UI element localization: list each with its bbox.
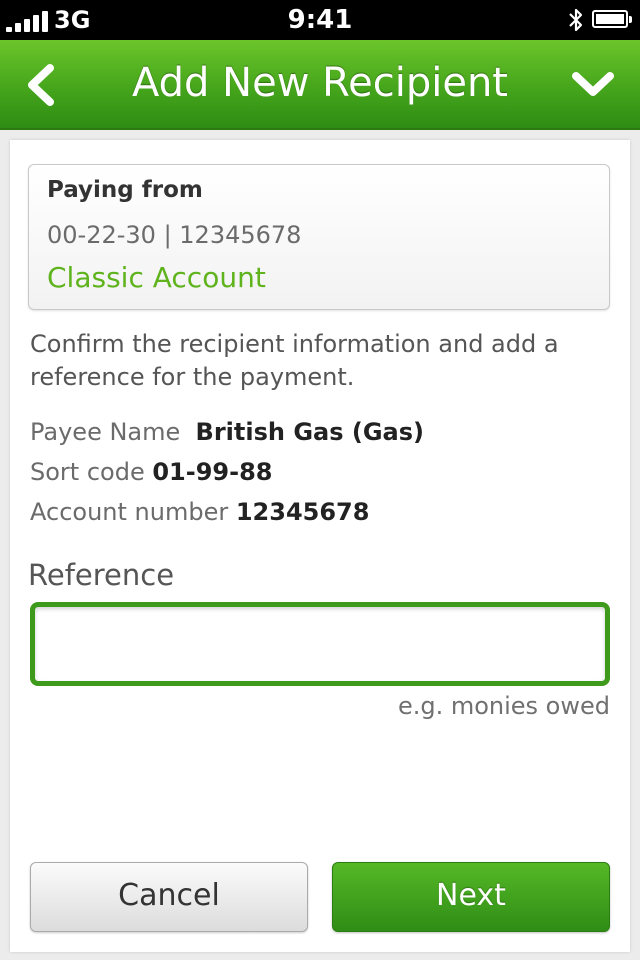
chevron-down-icon [572, 72, 614, 96]
sort-code-value: 01-99-88 [152, 458, 273, 486]
reference-label: Reference [28, 558, 175, 592]
account-number-row: Account number 12345678 [30, 498, 369, 526]
page-title: Add New Recipient [132, 60, 508, 106]
account-name: Classic Account [47, 261, 266, 294]
payee-label: Payee Name [30, 418, 181, 446]
sort-code-label: Sort code [30, 458, 145, 486]
reference-hint: e.g. monies owed [397, 692, 610, 720]
battery-icon [592, 10, 632, 28]
instruction-text: Confirm the recipient information and ad… [30, 330, 559, 391]
reference-input[interactable] [30, 602, 610, 686]
paying-from-heading: Paying from [47, 177, 203, 203]
payee-row: Payee Name British Gas (Gas) [30, 418, 424, 446]
paying-from-card[interactable]: Paying from 00-22-30 | 12345678 Classic … [28, 164, 610, 310]
account-number: 00-22-30 | 12345678 [47, 221, 302, 249]
payee-value: British Gas (Gas) [195, 418, 424, 446]
status-bar: 3G 9:41 [0, 0, 640, 40]
next-button[interactable]: Next [332, 862, 610, 932]
main-content: Paying from 00-22-30 | 12345678 Classic … [10, 140, 630, 952]
sort-code-row: Sort code 01-99-88 [30, 458, 272, 486]
bluetooth-icon [569, 8, 583, 32]
nav-bar: Add New Recipient [0, 40, 640, 130]
account-number-value: 12345678 [235, 498, 370, 526]
clock: 9:41 [287, 5, 353, 35]
cancel-button[interactable]: Cancel [30, 862, 308, 932]
account-number-label: Account number [30, 498, 229, 526]
menu-toggle-button[interactable] [568, 66, 618, 106]
